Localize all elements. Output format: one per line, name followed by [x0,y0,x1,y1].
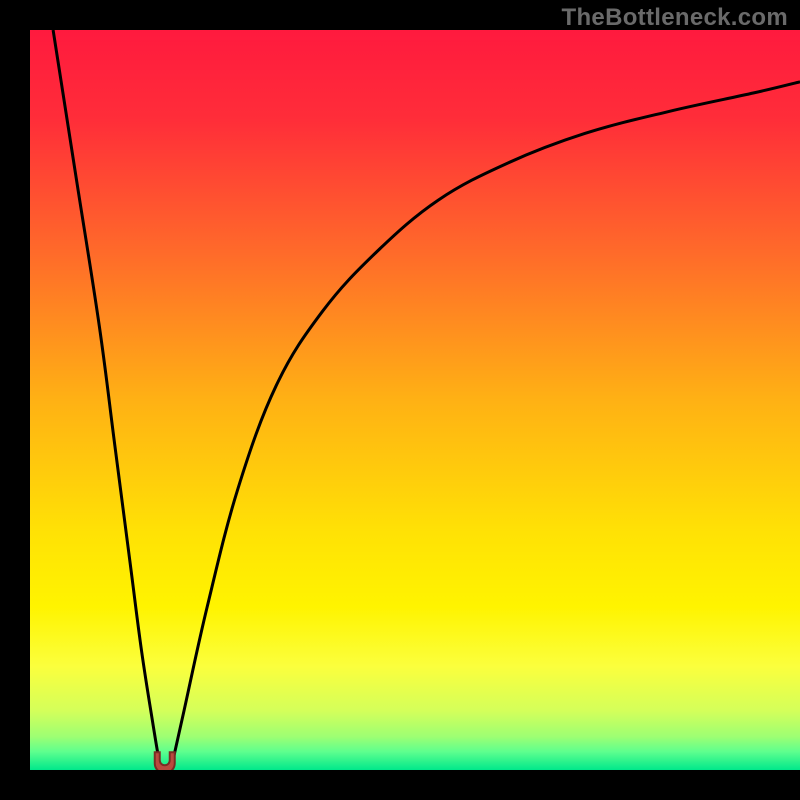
heat-gradient-background [30,30,800,770]
bottleneck-curve-chart [30,30,800,770]
watermark-text: TheBottleneck.com [562,4,788,32]
chart-frame: TheBottleneck.com [0,0,800,800]
plot-area [30,30,800,770]
